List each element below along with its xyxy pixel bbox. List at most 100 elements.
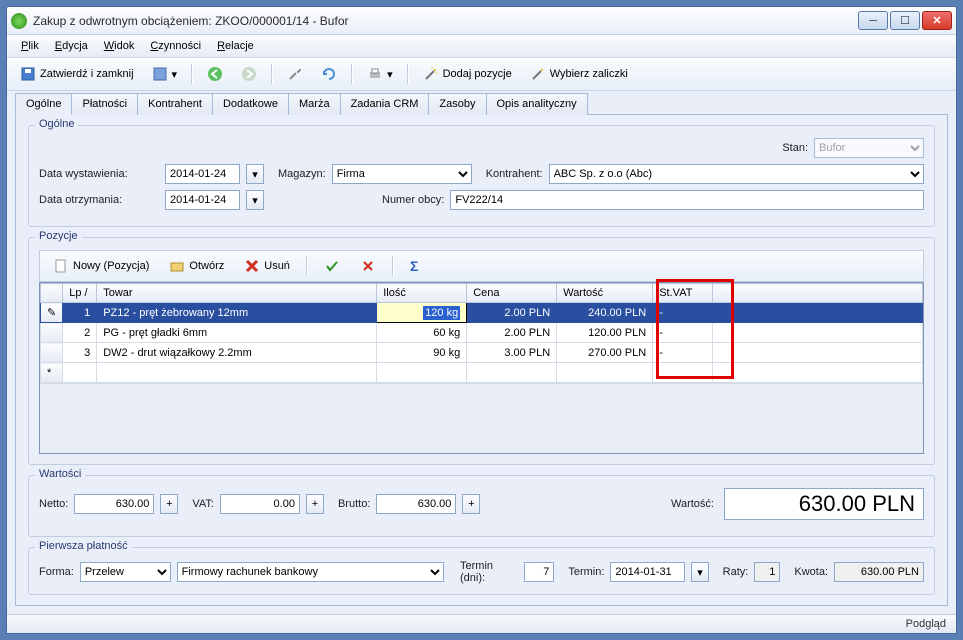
- magazyn-label: Magazyn:: [278, 168, 326, 180]
- sum-button[interactable]: Σ: [403, 254, 425, 278]
- printer-icon: [367, 66, 383, 82]
- new-icon: [53, 258, 69, 274]
- save-icon: [20, 66, 36, 82]
- kwota-input[interactable]: [834, 562, 924, 582]
- data-otrzymania-label: Data otrzymania:: [39, 194, 159, 206]
- delete-icon: [244, 258, 260, 274]
- netto-label: Netto:: [39, 498, 68, 510]
- raty-input[interactable]: [754, 562, 780, 582]
- pozycje-grid[interactable]: Lp / Towar Ilość Cena Wartość St.VAT ✎ 1…: [39, 282, 924, 454]
- nowy-button[interactable]: Nowy (Pozycja): [46, 254, 156, 278]
- termin-label: Termin:: [568, 566, 604, 578]
- plus-button[interactable]: +: [306, 494, 324, 514]
- group-ogolne: Ogólne Stan: Bufor Data wystawienia: ▾ M…: [28, 125, 935, 227]
- kontrahent-label: Kontrahent:: [486, 168, 543, 180]
- table-row[interactable]: 3 DW2 - drut wiązałkowy 2.2mm 90 kg 3.00…: [41, 343, 923, 363]
- otworz-button[interactable]: Otwórz: [162, 254, 231, 278]
- tab-zasoby[interactable]: Zasoby: [428, 93, 486, 115]
- zatwierdz-button[interactable]: Zatwierdź i zamknij: [13, 62, 141, 86]
- wartosc-total: 630.00 PLN: [724, 488, 924, 520]
- tools-button[interactable]: [280, 62, 310, 86]
- tab-ogolne[interactable]: Ogólne: [15, 93, 72, 115]
- table-row-new[interactable]: *: [41, 363, 923, 383]
- dodaj-pozycje-button[interactable]: Dodaj pozycje: [416, 62, 519, 86]
- check-icon: [324, 258, 340, 274]
- statusbar: Podgląd: [7, 614, 956, 633]
- maximize-button[interactable]: ☐: [890, 11, 920, 30]
- wand-icon: [530, 66, 546, 82]
- termin-input[interactable]: [610, 562, 685, 582]
- tab-zadania-crm[interactable]: Zadania CRM: [340, 93, 430, 115]
- kontrahent-select[interactable]: ABC Sp. z o.o (Abc): [549, 164, 924, 184]
- tab-dodatkowe[interactable]: Dodatkowe: [212, 93, 289, 115]
- table-row[interactable]: ✎ 1 PZ12 - pręt żebrowany 12mm 120 kg 2.…: [41, 303, 923, 323]
- brutto-label: Brutto:: [338, 498, 370, 510]
- app-window: Zakup z odwrotnym obciążeniem: ZKOO/0000…: [6, 6, 957, 634]
- tab-kontrahent[interactable]: Kontrahent: [137, 93, 213, 115]
- open-icon: [169, 258, 185, 274]
- kwota-label: Kwota:: [794, 566, 828, 578]
- date-picker-icon[interactable]: ▾: [691, 562, 708, 582]
- table-row[interactable]: 2 PG - pręt gładki 6mm 60 kg 2.00 PLN 12…: [41, 323, 923, 343]
- menu-plik[interactable]: Plik: [13, 37, 47, 55]
- vat-label: VAT:: [192, 498, 214, 510]
- rachunek-select[interactable]: Firmowy rachunek bankowy: [177, 562, 444, 582]
- magazyn-select[interactable]: Firma: [332, 164, 472, 184]
- arrow-right-icon: [241, 66, 257, 82]
- forward-button[interactable]: [234, 62, 264, 86]
- termin-dni-input[interactable]: [524, 562, 554, 582]
- plus-button[interactable]: +: [462, 494, 480, 514]
- window-title: Zakup z odwrotnym obciążeniem: ZKOO/0000…: [33, 14, 858, 28]
- toolbar: Zatwierdź i zamknij ▾ ▾ Dodaj pozycje Wy…: [7, 58, 956, 91]
- plus-button[interactable]: +: [160, 494, 178, 514]
- menu-czynnosci[interactable]: Czynności: [142, 37, 209, 55]
- menu-widok[interactable]: Widok: [96, 37, 143, 55]
- podglad-link[interactable]: Podgląd: [906, 618, 946, 630]
- usun-button[interactable]: Usuń: [237, 254, 297, 278]
- tab-platnosci[interactable]: Płatności: [71, 93, 138, 115]
- cancel-button[interactable]: [353, 254, 383, 278]
- minimize-button[interactable]: ─: [858, 11, 888, 30]
- close-button[interactable]: ✕: [922, 11, 952, 30]
- x-icon: [360, 258, 376, 274]
- refresh-button[interactable]: [314, 62, 344, 86]
- stan-select[interactable]: Bufor: [814, 138, 924, 158]
- group-pozycje: Pozycje Nowy (Pozycja) Otwórz Usuń Σ: [28, 237, 935, 465]
- data-wystawienia-label: Data wystawienia:: [39, 168, 159, 180]
- brutto-input[interactable]: [376, 494, 456, 514]
- data-otrzymania-input[interactable]: [165, 190, 240, 210]
- tab-opis[interactable]: Opis analityczny: [486, 93, 588, 115]
- group-wartosci: Wartości Netto: + VAT: + Brutto: +: [28, 475, 935, 537]
- menu-edycja[interactable]: Edycja: [47, 37, 96, 55]
- numer-obcy-input[interactable]: [450, 190, 924, 210]
- wybierz-zaliczki-button[interactable]: Wybierz zaliczki: [523, 62, 635, 86]
- back-button[interactable]: [200, 62, 230, 86]
- arrow-left-icon: [207, 66, 223, 82]
- wand-icon: [423, 66, 439, 82]
- stan-label: Stan:: [782, 142, 808, 154]
- raty-label: Raty:: [723, 566, 749, 578]
- tabs: Ogólne Płatności Kontrahent Dodatkowe Ma…: [15, 93, 948, 115]
- wartosc-label: Wartość:: [671, 498, 714, 510]
- date-picker-icon[interactable]: ▾: [246, 164, 264, 184]
- refresh-icon: [321, 66, 337, 82]
- titlebar: Zakup z odwrotnym obciążeniem: ZKOO/0000…: [7, 7, 956, 35]
- app-icon: [11, 13, 27, 29]
- tab-marza[interactable]: Marża: [288, 93, 341, 115]
- save-dropdown-button[interactable]: ▾: [145, 62, 185, 86]
- netto-input[interactable]: [74, 494, 154, 514]
- data-wystawienia-input[interactable]: [165, 164, 240, 184]
- group-platnosc: Pierwsza płatność Forma: Przelew Firmowy…: [28, 547, 935, 595]
- print-button[interactable]: ▾: [360, 62, 400, 86]
- forma-label: Forma:: [39, 566, 74, 578]
- date-picker-icon[interactable]: ▾: [246, 190, 264, 210]
- diskette-icon: [152, 66, 168, 82]
- numer-obcy-label: Numer obcy:: [382, 194, 444, 206]
- vat-input[interactable]: [220, 494, 300, 514]
- wrench-icon: [287, 66, 303, 82]
- menubar: Plik Edycja Widok Czynności Relacje: [7, 35, 956, 58]
- check-button[interactable]: [317, 254, 347, 278]
- termin-dni-label: Termin (dni):: [460, 560, 518, 584]
- forma-select[interactable]: Przelew: [80, 562, 171, 582]
- menu-relacje[interactable]: Relacje: [209, 37, 262, 55]
